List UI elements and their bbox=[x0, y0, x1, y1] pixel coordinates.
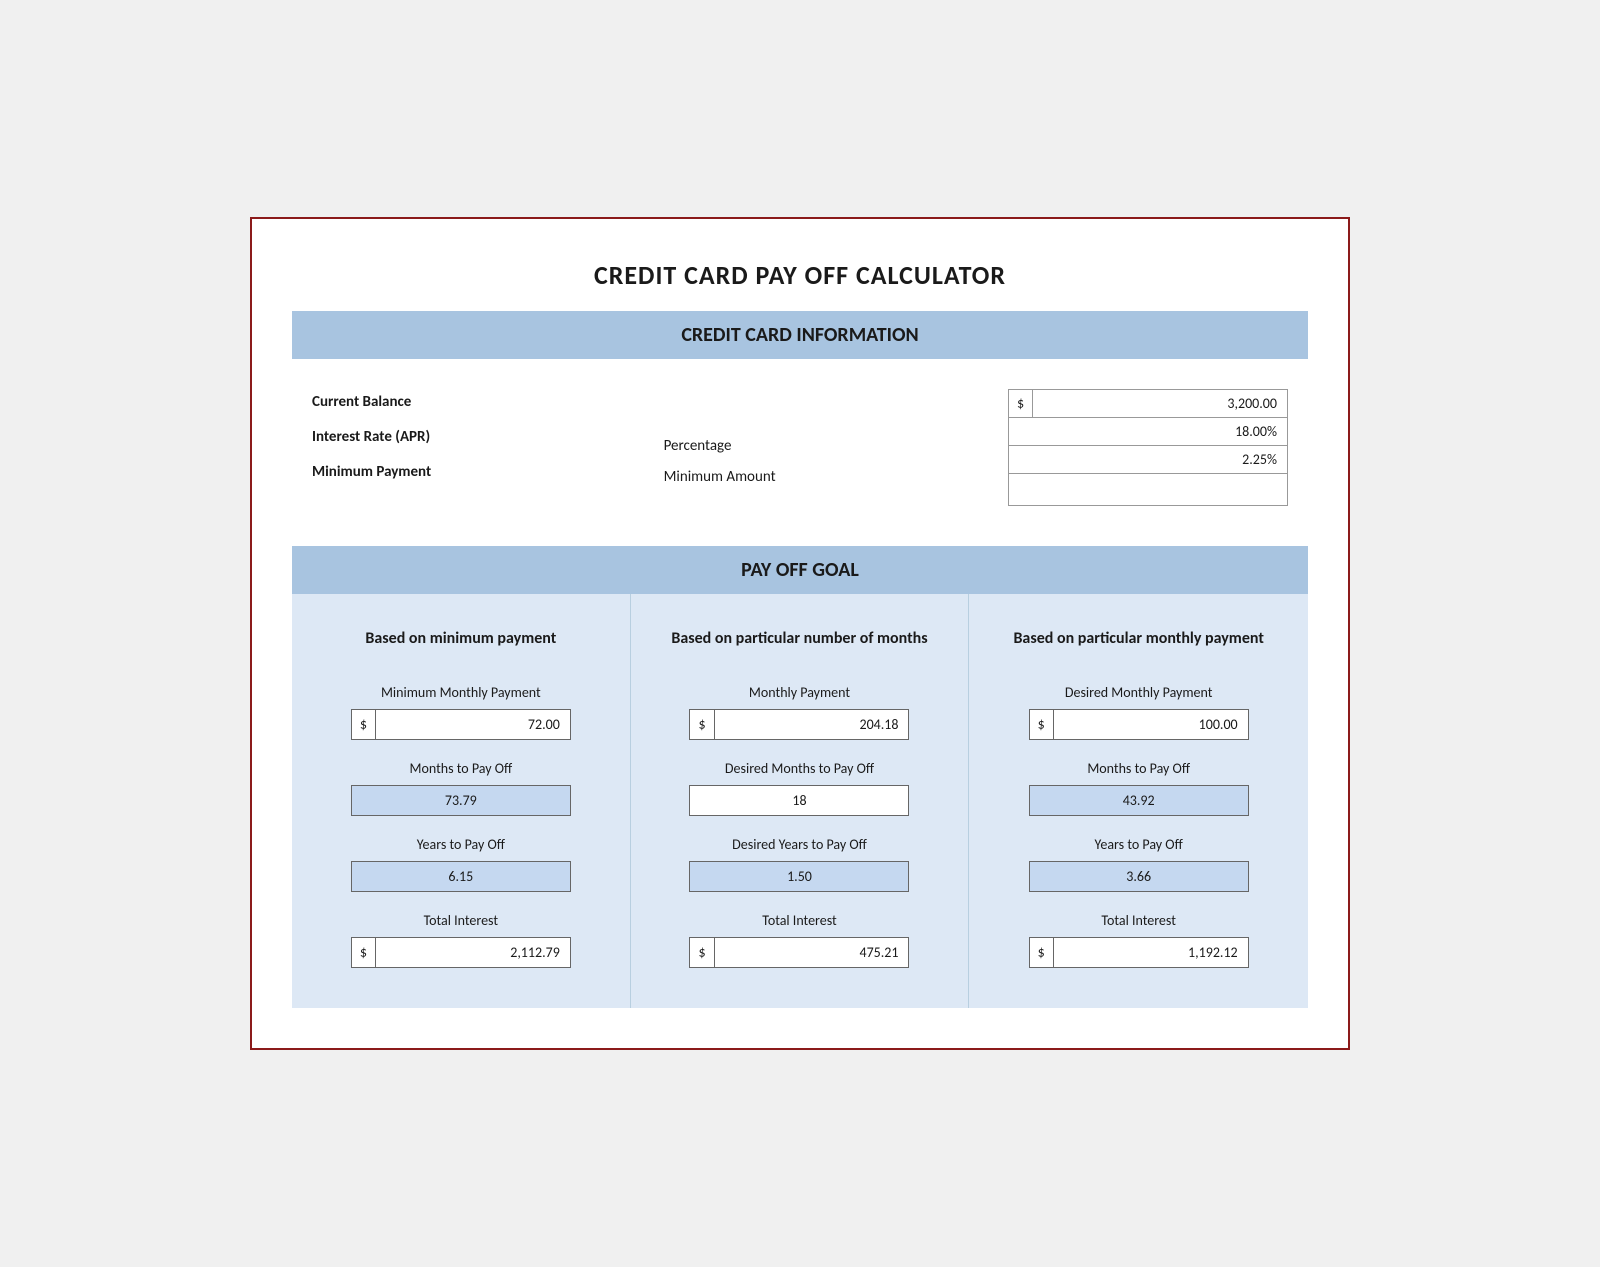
col3-title: Based on particular monthly payment bbox=[1013, 614, 1263, 664]
col3-years-value: 3.66 bbox=[1029, 861, 1249, 892]
col2-title: Based on particular number of months bbox=[671, 614, 927, 664]
col2-interest-label: Total Interest bbox=[762, 912, 837, 929]
col3-interest-group: Total Interest $ 1,192.12 bbox=[999, 912, 1278, 968]
col3-interest-dollar: $ bbox=[1030, 938, 1054, 967]
col3-months-value: 43.92 bbox=[1029, 785, 1249, 816]
payoff-col-3: Based on particular monthly payment Desi… bbox=[969, 594, 1308, 1008]
interest-row: 18.00% bbox=[1008, 418, 1288, 446]
cc-info-header: CREDIT CARD INFORMATION bbox=[292, 311, 1308, 359]
col1-title: Based on minimum payment bbox=[365, 614, 556, 664]
col3-years-group: Years to Pay Off 3.66 bbox=[999, 836, 1278, 892]
cc-info-content: Current Balance Interest Rate (APR) Mini… bbox=[292, 379, 1308, 516]
balance-dollar: $ bbox=[1009, 390, 1033, 417]
cc-info-section: CREDIT CARD INFORMATION Current Balance … bbox=[292, 311, 1308, 516]
percentage-value: 2.25% bbox=[1009, 446, 1287, 473]
col1-years-value: 6.15 bbox=[351, 861, 571, 892]
col3-months-label: Months to Pay Off bbox=[1087, 760, 1190, 777]
percentage-row: 2.25% bbox=[1008, 446, 1288, 474]
col2-payment-input: $ 204.18 bbox=[689, 709, 909, 740]
col3-years-label: Years to Pay Off bbox=[1095, 836, 1183, 853]
col1-years-group: Years to Pay Off 6.15 bbox=[322, 836, 600, 892]
minimum-label: Minimum Payment bbox=[312, 459, 431, 486]
col2-payment-group: Monthly Payment $ 204.18 bbox=[661, 684, 939, 740]
col1-interest-label: Total Interest bbox=[424, 912, 499, 929]
balance-row: $ 3,200.00 bbox=[1008, 389, 1288, 418]
col1-interest-group: Total Interest $ 2,112.79 bbox=[322, 912, 600, 968]
col2-years-value: 1.50 bbox=[689, 861, 909, 892]
col2-interest-value: 475.21 bbox=[715, 938, 909, 967]
col1-months-value: 73.79 bbox=[351, 785, 571, 816]
col1-payment-dollar: $ bbox=[352, 710, 376, 739]
col2-interest-group: Total Interest $ 475.21 bbox=[661, 912, 939, 968]
col3-interest-value: 1,192.12 bbox=[1054, 938, 1248, 967]
col1-payment-label: Minimum Monthly Payment bbox=[381, 684, 541, 701]
col3-interest-row: $ 1,192.12 bbox=[1029, 937, 1249, 968]
col3-payment-input[interactable]: $ 100.00 bbox=[1029, 709, 1249, 740]
main-title: CREDIT CARD PAY OFF CALCULATOR bbox=[292, 249, 1308, 311]
payoff-header: PAY OFF GOAL bbox=[292, 546, 1308, 594]
col2-payment-label: Monthly Payment bbox=[749, 684, 850, 701]
minimum-amount-label: Minimum Amount bbox=[664, 464, 776, 491]
col1-payment-value: 72.00 bbox=[376, 710, 570, 739]
col2-interest-row: $ 475.21 bbox=[689, 937, 909, 968]
col1-months-group: Months to Pay Off 73.79 bbox=[322, 760, 600, 816]
balance-label: Current Balance bbox=[312, 389, 431, 416]
interest-label: Interest Rate (APR) bbox=[312, 424, 431, 451]
col1-months-label: Months to Pay Off bbox=[409, 760, 512, 777]
col2-years-group: Desired Years to Pay Off 1.50 bbox=[661, 836, 939, 892]
col1-payment-input[interactable]: $ 72.00 bbox=[351, 709, 571, 740]
col3-payment-label: Desired Monthly Payment bbox=[1065, 684, 1213, 701]
payoff-columns: Based on minimum payment Minimum Monthly… bbox=[292, 594, 1308, 1008]
minimum-amount-empty-row bbox=[1008, 474, 1288, 506]
col3-payment-group: Desired Monthly Payment $ 100.00 bbox=[999, 684, 1278, 740]
percentage-label: Percentage bbox=[664, 433, 776, 460]
col2-years-label: Desired Years to Pay Off bbox=[732, 836, 867, 853]
calculator: CREDIT CARD PAY OFF CALCULATOR CREDIT CA… bbox=[250, 217, 1350, 1050]
cc-values: $ 3,200.00 18.00% 2.25% bbox=[1008, 389, 1288, 506]
col3-payment-value: 100.00 bbox=[1054, 710, 1248, 739]
col1-years-label: Years to Pay Off bbox=[417, 836, 505, 853]
cc-middle: Percentage Minimum Amount bbox=[664, 389, 776, 491]
col1-payment-group: Minimum Monthly Payment $ 72.00 bbox=[322, 684, 600, 740]
col2-payment-dollar: $ bbox=[690, 710, 714, 739]
col2-interest-dollar: $ bbox=[690, 938, 714, 967]
balance-value: 3,200.00 bbox=[1033, 390, 1287, 417]
col2-months-label: Desired Months to Pay Off bbox=[725, 760, 874, 777]
col3-interest-label: Total Interest bbox=[1101, 912, 1176, 929]
payoff-col-1: Based on minimum payment Minimum Monthly… bbox=[292, 594, 631, 1008]
col1-interest-value: 2,112.79 bbox=[376, 938, 570, 967]
cc-labels: Current Balance Interest Rate (APR) Mini… bbox=[312, 389, 431, 486]
col2-months-group: Desired Months to Pay Off 18 bbox=[661, 760, 939, 816]
col1-interest-row: $ 2,112.79 bbox=[351, 937, 571, 968]
interest-value: 18.00% bbox=[1009, 418, 1287, 445]
col2-payment-value: 204.18 bbox=[715, 710, 909, 739]
col3-payment-dollar: $ bbox=[1030, 710, 1054, 739]
col3-months-group: Months to Pay Off 43.92 bbox=[999, 760, 1278, 816]
payoff-section: PAY OFF GOAL Based on minimum payment Mi… bbox=[292, 546, 1308, 1008]
payoff-col-2: Based on particular number of months Mon… bbox=[631, 594, 970, 1008]
col1-interest-dollar: $ bbox=[352, 938, 376, 967]
col2-months-value[interactable]: 18 bbox=[689, 785, 909, 816]
